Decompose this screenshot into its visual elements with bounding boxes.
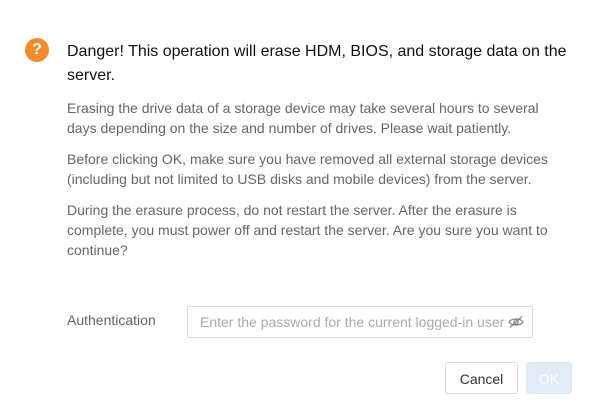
- body-paragraph-1: Erasing the drive data of a storage devi…: [67, 100, 539, 136]
- eye-hidden-icon[interactable]: [508, 315, 524, 329]
- authentication-field-wrapper: [187, 306, 533, 338]
- cancel-button[interactable]: Cancel: [445, 362, 518, 394]
- authentication-row: Authentication: [67, 306, 537, 338]
- dialog-body: Erasing the drive data of a storage devi…: [67, 98, 572, 271]
- ok-button[interactable]: OK: [526, 362, 572, 394]
- dialog-title: Danger! This operation will erase HDM, B…: [67, 43, 567, 84]
- question-warning-icon: ?: [25, 38, 49, 62]
- authentication-label: Authentication: [67, 312, 156, 328]
- authentication-password-input[interactable]: [188, 307, 506, 337]
- body-paragraph-3: During the erasure process, do not resta…: [67, 202, 548, 258]
- erase-confirm-dialog: ? Danger! This operation will erase HDM,…: [0, 0, 600, 417]
- body-paragraph-2: Before clicking OK, make sure you have r…: [67, 151, 548, 187]
